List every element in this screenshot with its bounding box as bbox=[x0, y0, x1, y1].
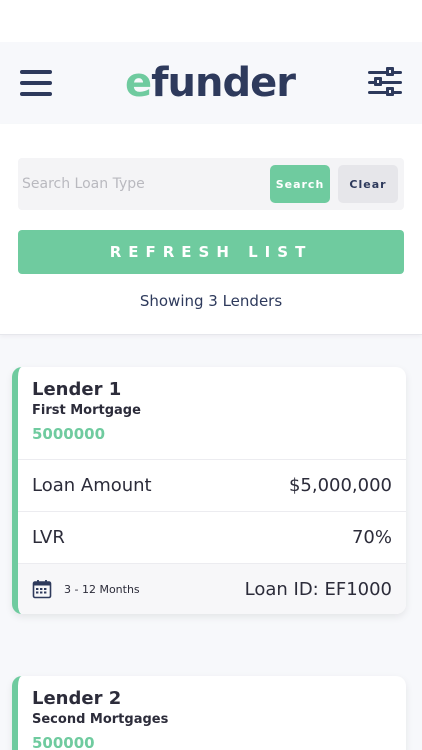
lender-amount-raw: 5000000 bbox=[32, 425, 106, 443]
lender-list: Lender 1 First Mortgage 5000000 Loan Amo… bbox=[0, 335, 422, 750]
search-input[interactable] bbox=[18, 158, 270, 210]
lender-card[interactable]: Lender 1 First Mortgage 5000000 Loan Amo… bbox=[12, 367, 406, 614]
lender-card-footer: 3 - 12 Months Loan ID: EF1000 bbox=[18, 564, 406, 614]
showing-count: Showing 3 Lenders bbox=[139, 292, 283, 310]
refresh-list-button[interactable]: REFRESH LIST bbox=[18, 230, 404, 274]
lender-card[interactable]: Lender 2 Second Mortgages 500000 bbox=[12, 676, 406, 750]
lvr-label: LVR bbox=[32, 527, 65, 548]
calendar-icon bbox=[32, 580, 52, 599]
lender-name: Lender 2 bbox=[32, 688, 122, 709]
lvr-row: LVR 70% bbox=[18, 512, 406, 564]
app-header: e funder bbox=[0, 42, 422, 124]
lender-amount-raw: 500000 bbox=[32, 734, 95, 750]
loan-amount-row: Loan Amount $5,000,000 bbox=[18, 460, 406, 512]
lender-type: First Mortgage bbox=[32, 403, 141, 418]
app-logo: e funder bbox=[125, 60, 296, 106]
logo-e: e bbox=[125, 60, 152, 106]
clear-button[interactable]: Clear bbox=[338, 165, 398, 203]
logo-text: funder bbox=[151, 60, 296, 106]
lender-type: Second Mortgages bbox=[32, 712, 169, 727]
lender-name: Lender 1 bbox=[32, 379, 122, 400]
search-button[interactable]: Search bbox=[270, 165, 330, 203]
search-panel: Search Clear REFRESH LIST Showing 3 Lend… bbox=[0, 124, 422, 335]
loan-amount-value: $5,000,000 bbox=[288, 475, 392, 496]
lvr-value: 70% bbox=[351, 527, 392, 548]
loan-term: 3 - 12 Months bbox=[64, 582, 140, 596]
status-bar bbox=[0, 0, 422, 42]
loan-amount-label: Loan Amount bbox=[32, 475, 152, 496]
lender-card-header: Lender 2 Second Mortgages 500000 bbox=[18, 676, 406, 750]
loan-id: Loan ID: EF1000 bbox=[244, 578, 392, 600]
search-bar: Search Clear bbox=[18, 158, 404, 210]
menu-icon[interactable] bbox=[20, 70, 52, 96]
filter-sliders-icon[interactable] bbox=[367, 67, 402, 98]
lender-card-header: Lender 1 First Mortgage 5000000 bbox=[18, 367, 406, 460]
term-info: 3 - 12 Months bbox=[32, 579, 140, 599]
